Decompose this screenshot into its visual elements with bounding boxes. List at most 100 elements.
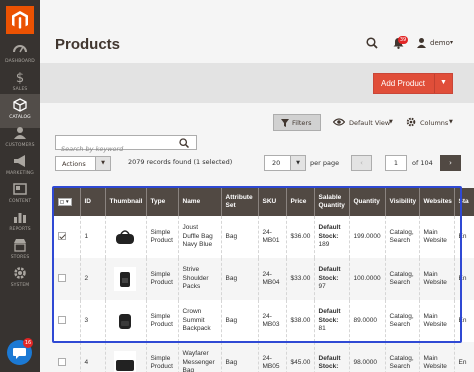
page-number-input[interactable]: 1 xyxy=(385,155,407,171)
product-visibility: Catalog, Search xyxy=(384,258,419,300)
column-header[interactable]: SKU xyxy=(257,188,286,216)
previous-page-button[interactable]: ‹ xyxy=(351,155,372,171)
sidebar-item-label: MARKETING xyxy=(6,171,34,176)
table-row[interactable]: 4 Simple Product Wayfarer Messenger Bag … xyxy=(54,342,474,372)
search-input[interactable] xyxy=(56,142,174,156)
attribute-set: Bag xyxy=(220,300,258,342)
chevron-down-icon[interactable]: ▼ xyxy=(389,119,393,125)
row-checkbox[interactable] xyxy=(58,274,66,283)
column-header[interactable]: Visibility xyxy=(384,188,419,216)
row-checkbox[interactable] xyxy=(58,316,66,325)
product-quantity: 98.0000 xyxy=(348,342,385,372)
store-icon xyxy=(14,239,26,252)
column-header[interactable]: Quantity xyxy=(348,188,385,216)
magento-logo-icon xyxy=(12,11,28,29)
salable-stock-label: Default Stock: xyxy=(318,354,341,371)
product-price: $33.00 xyxy=(285,258,314,300)
attribute-set: Bag xyxy=(220,216,258,258)
column-header[interactable]: Sta xyxy=(453,188,474,216)
search-icon[interactable] xyxy=(179,138,189,148)
product-thumbnail[interactable] xyxy=(113,351,136,372)
product-id: 3 xyxy=(79,300,105,342)
sidebar-item-label: REPORTS xyxy=(9,227,31,232)
product-thumbnail[interactable] xyxy=(113,267,136,291)
salable-stock-label: Default Stock: xyxy=(318,308,341,324)
sidebar-item-system[interactable]: SYSTEM xyxy=(0,262,40,296)
per-page-select[interactable]: 20 ▼ xyxy=(264,155,306,171)
cube-icon xyxy=(13,98,27,112)
filters-button[interactable]: Filters xyxy=(273,114,321,131)
product-status: En xyxy=(453,342,474,372)
chevron-down-icon[interactable]: ▼ xyxy=(440,79,447,86)
chat-badge: 16 xyxy=(23,338,33,348)
mass-select-checkbox[interactable] xyxy=(60,199,64,204)
add-product-label: Add Product xyxy=(381,79,426,88)
search-icon[interactable] xyxy=(366,37,378,49)
chevron-down-icon[interactable]: ▾ xyxy=(450,39,453,46)
next-page-button[interactable]: › xyxy=(440,155,461,171)
table-row[interactable]: 2 Simple Product Strive Shoulder Packs B… xyxy=(54,258,474,300)
product-name: Wayfarer Messenger Bag xyxy=(177,342,221,372)
column-header[interactable]: ID xyxy=(79,188,105,216)
notification-badge: 39 xyxy=(398,36,408,44)
filters-label: Filters xyxy=(292,119,312,127)
product-websites: Main Website xyxy=(418,342,454,372)
user-icon[interactable] xyxy=(416,37,427,48)
product-id: 4 xyxy=(79,342,105,372)
product-name: Joust Duffle Bag Navy Blue xyxy=(177,216,221,258)
sidebar-item-label: DASHBOARD xyxy=(5,59,35,64)
columns-dropdown[interactable]: Columns xyxy=(420,119,448,127)
chevron-down-icon[interactable]: ▼ xyxy=(449,119,453,125)
split-divider xyxy=(434,74,435,93)
product-quantity: 89.0000 xyxy=(348,300,385,342)
sidebar-item-label: SALES xyxy=(12,87,28,92)
row-checkbox[interactable] xyxy=(58,232,66,241)
column-header[interactable]: Thumbnail xyxy=(104,188,146,216)
column-header[interactable]: Type xyxy=(145,188,178,216)
mass-select-header[interactable]: ▾ xyxy=(54,188,80,216)
chevron-down-icon[interactable]: ▼ xyxy=(290,156,305,170)
product-sku: 24-MB03 xyxy=(257,300,286,342)
actions-label: Actions xyxy=(62,160,86,168)
gear-icon[interactable] xyxy=(406,117,416,127)
salable-stock-value: 81 xyxy=(318,325,326,333)
table-row[interactable]: 1 Simple Product Joust Duffle Bag Navy B… xyxy=(54,216,474,258)
chevron-down-icon[interactable]: ▼ xyxy=(95,157,110,170)
salable-quantity: Default Stock: 189 xyxy=(313,216,349,258)
mass-select-dropdown[interactable]: ▾ xyxy=(58,197,72,206)
user-name[interactable]: demo xyxy=(430,39,450,47)
product-status: En xyxy=(453,300,474,342)
product-websites: Main Website xyxy=(418,300,454,342)
product-price: $38.00 xyxy=(285,300,314,342)
product-thumbnail[interactable] xyxy=(113,225,136,249)
row-checkbox[interactable] xyxy=(58,358,66,367)
column-header[interactable]: Salable Quantity xyxy=(313,188,349,216)
product-websites: Main Website xyxy=(418,216,454,258)
keyword-search[interactable] xyxy=(55,135,197,156)
content-icon xyxy=(13,183,27,195)
product-quantity: 100.0000 xyxy=(348,258,385,300)
product-type: Simple Product xyxy=(145,258,178,300)
page-title: Products xyxy=(55,36,121,53)
customers-icon xyxy=(14,127,26,139)
eye-icon[interactable] xyxy=(333,118,345,126)
add-product-button[interactable]: Add Product ▼ xyxy=(373,73,453,94)
dashboard-icon xyxy=(13,45,27,53)
sidebar-item-label: SYSTEM xyxy=(10,283,30,288)
salable-stock-value: 189 xyxy=(318,241,330,249)
table-row[interactable]: 3 Simple Product Crown Summit Backpack B… xyxy=(54,300,474,342)
product-thumbnail[interactable] xyxy=(113,309,136,333)
chevron-down-icon[interactable]: ▾ xyxy=(66,198,69,206)
sidebar-item-label: STORES xyxy=(10,255,30,260)
magento-logo[interactable] xyxy=(6,6,34,34)
mass-actions-dropdown[interactable]: Actions ▼ xyxy=(55,156,111,171)
salable-stock-label: Default Stock: xyxy=(318,224,341,240)
column-header[interactable]: Attribute Set xyxy=(220,188,258,216)
column-header[interactable]: Price xyxy=(285,188,314,216)
salable-stock-value: 97 xyxy=(318,283,326,291)
column-header[interactable]: Websites xyxy=(418,188,454,216)
default-view-dropdown[interactable]: Default View xyxy=(349,119,390,127)
per-page-label: per page xyxy=(310,159,340,167)
column-header[interactable]: Name xyxy=(177,188,221,216)
product-visibility: Catalog, Search xyxy=(384,216,419,258)
